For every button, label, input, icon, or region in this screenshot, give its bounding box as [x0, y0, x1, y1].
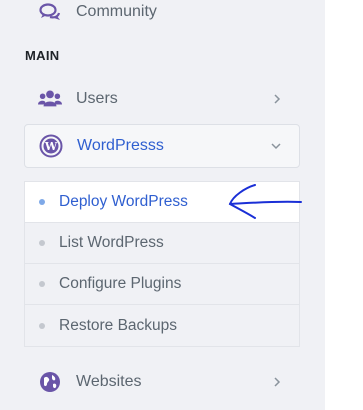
submenu-item-configure-plugins[interactable]: Configure Plugins	[25, 264, 299, 305]
sidebar-item-label: Websites	[76, 373, 142, 390]
bullet-dot-icon	[39, 240, 45, 246]
sidebar-item-community[interactable]: Community	[24, 0, 300, 34]
bullet-dot-icon	[39, 322, 45, 329]
bullet-dot-icon	[39, 199, 45, 205]
submenu-item-label: Restore Backups	[59, 316, 178, 334]
section-heading-main: MAIN	[25, 48, 60, 63]
submenu-item-label: Deploy WordPress	[59, 193, 188, 210]
sidebar-item-label: WordPresss	[77, 137, 164, 154]
arrow-annotation-icon	[228, 184, 302, 219]
chevron-right-icon	[270, 375, 284, 389]
submenu-item-label: Configure Plugins	[59, 275, 182, 292]
wordpress-logo-icon: W	[39, 134, 63, 158]
sidebar-item-websites[interactable]: Websites	[24, 360, 300, 404]
chevron-down-icon	[269, 139, 283, 153]
submenu-item-label: List WordPress	[59, 234, 164, 251]
submenu-item-list-wordpress[interactable]: List WordPress	[25, 223, 299, 264]
sidebar-item-label: Users	[76, 90, 118, 107]
submenu-item-restore-backups[interactable]: Restore Backups	[25, 305, 299, 346]
chat-bubbles-icon	[38, 0, 62, 24]
users-group-icon	[38, 87, 62, 111]
sidebar-item-wordpress[interactable]: W WordPresss	[24, 124, 300, 168]
sidebar-item-users[interactable]: Users	[24, 77, 300, 121]
chevron-right-icon	[270, 92, 284, 106]
bullet-dot-icon	[39, 281, 45, 287]
svg-text:W: W	[44, 140, 58, 153]
globe-icon	[38, 370, 62, 394]
sidebar-item-label: Community	[76, 3, 157, 20]
